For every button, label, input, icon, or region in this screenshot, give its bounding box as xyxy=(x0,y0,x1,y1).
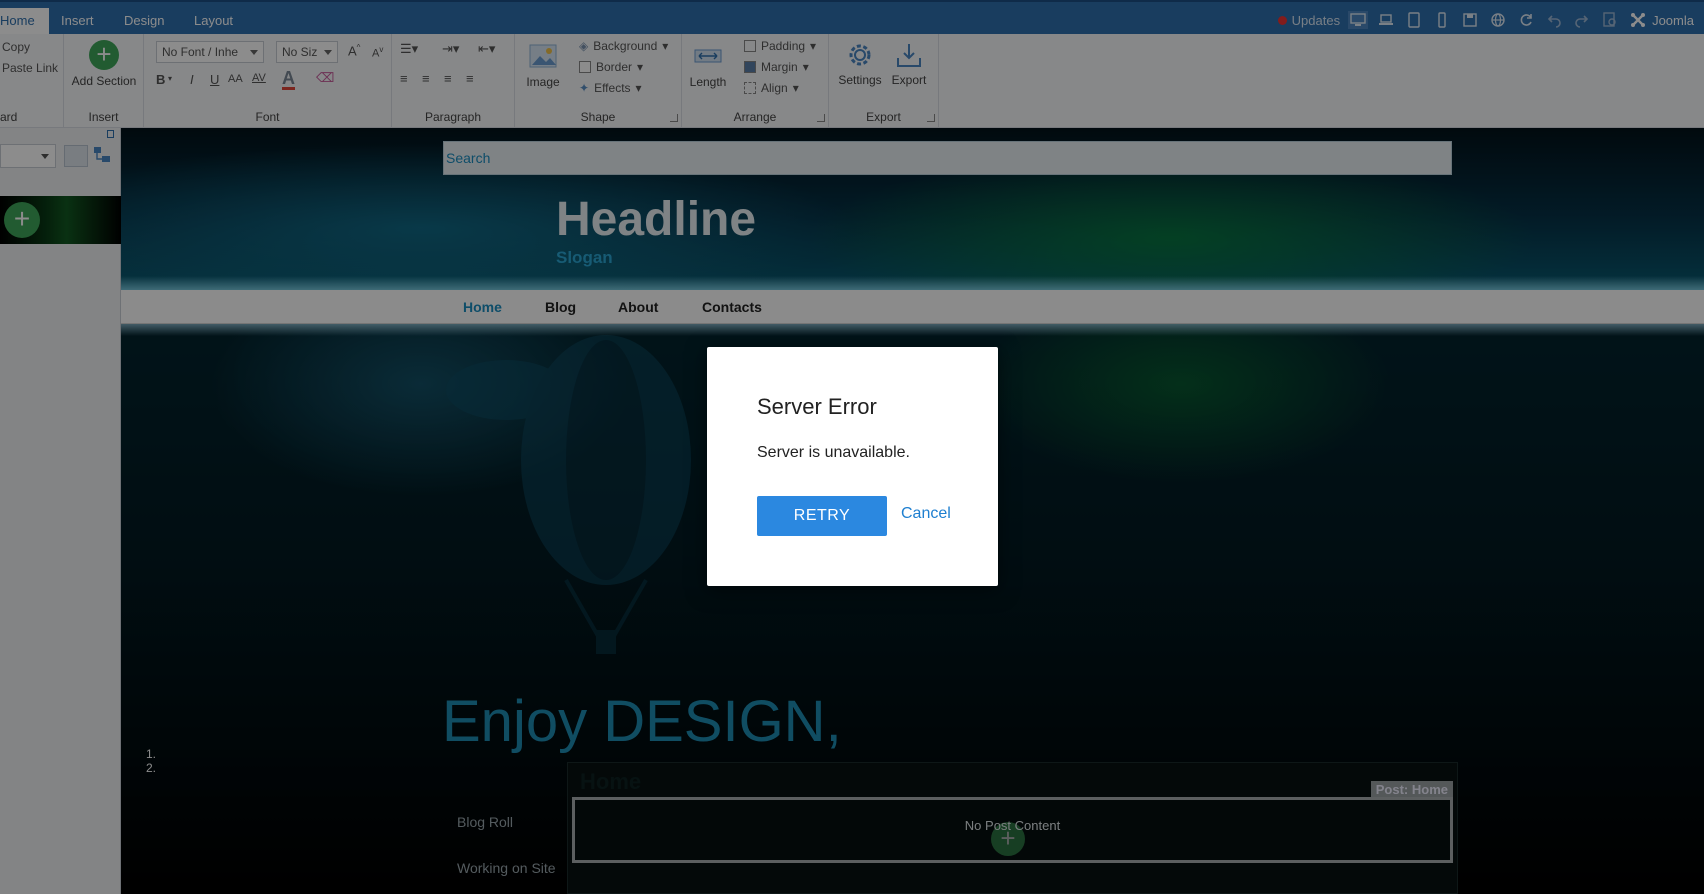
server-error-dialog: Server Error Server is unavailable. RETR… xyxy=(707,347,998,586)
dialog-message: Server is unavailable. xyxy=(757,444,910,461)
dialog-title: Server Error xyxy=(757,394,877,419)
cancel-link[interactable]: Cancel xyxy=(901,505,951,523)
retry-button[interactable]: RETRY xyxy=(757,496,887,536)
